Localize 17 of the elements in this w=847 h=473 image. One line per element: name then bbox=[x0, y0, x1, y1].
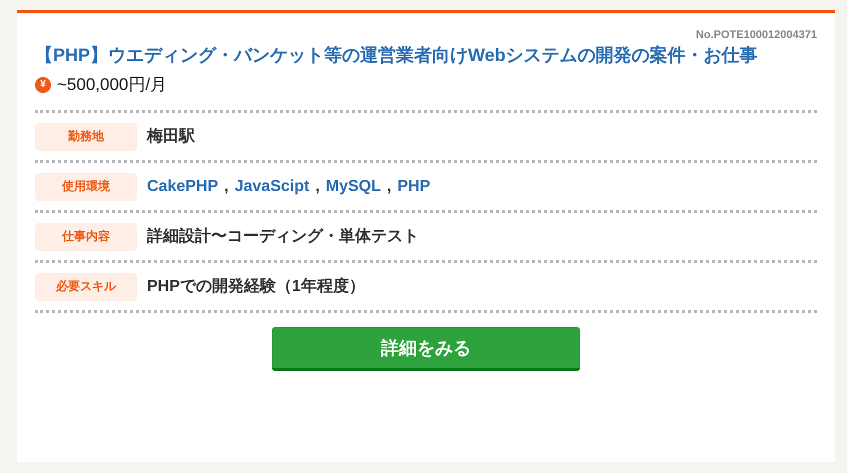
salary-text: ~500,000円/月 bbox=[57, 74, 168, 96]
tech-link[interactable]: MySQL bbox=[326, 178, 381, 196]
separator: , bbox=[386, 178, 392, 196]
field-label: 必要スキル bbox=[35, 272, 137, 300]
yen-icon: ¥ bbox=[35, 76, 51, 92]
field-label: 仕事内容 bbox=[35, 222, 137, 250]
tech-link[interactable]: PHP bbox=[397, 178, 430, 196]
field-label: 使用環境 bbox=[35, 172, 137, 200]
separator: , bbox=[315, 178, 320, 196]
details-button[interactable]: 詳細をみる bbox=[272, 327, 580, 371]
separator: , bbox=[224, 178, 229, 196]
tech-link[interactable]: JavaScipt bbox=[234, 178, 310, 196]
field-value: PHPでの開発経験（1年程度） bbox=[147, 276, 365, 297]
field-value: 梅田駅 bbox=[147, 126, 195, 147]
field-label: 勤務地 bbox=[35, 122, 137, 150]
tech-link[interactable]: CakePHP bbox=[147, 178, 218, 196]
field-value: 詳細設計〜コーディング・単体テスト bbox=[147, 226, 419, 247]
